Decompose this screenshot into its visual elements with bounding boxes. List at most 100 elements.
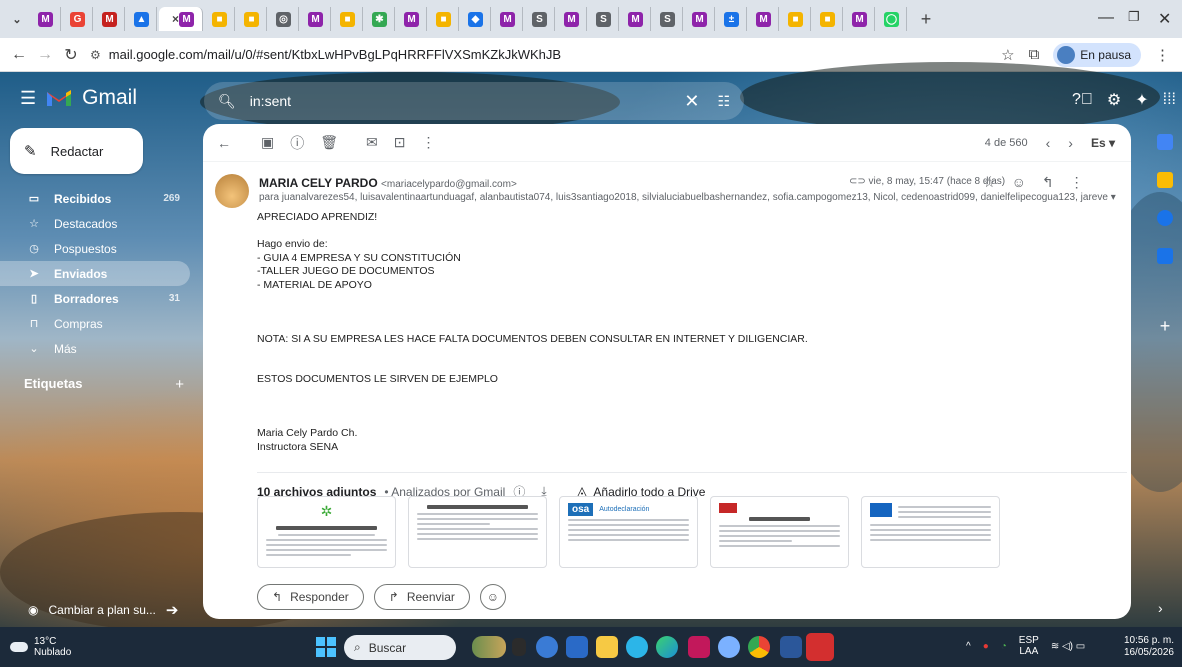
browser-tab[interactable]: ✱ (365, 7, 395, 31)
chrome-icon[interactable] (748, 636, 770, 658)
browser-tab[interactable]: S (589, 7, 619, 31)
new-tab-button[interactable]: + (914, 9, 938, 30)
reply-button[interactable]: ↰ Responder (257, 584, 364, 610)
extensions-icon[interactable]: ⧉ (1029, 46, 1040, 63)
taskbar-app-icon[interactable] (718, 636, 740, 658)
taskbar-app-icon[interactable] (688, 636, 710, 658)
sidebar-item-más[interactable]: ⌄ Más (0, 336, 190, 361)
message-more-icon[interactable]: ⋮ (1070, 174, 1084, 191)
sidebar-item-compras[interactable]: ⊓ Compras (0, 311, 190, 336)
browser-tab[interactable]: ■ (205, 7, 235, 31)
browser-tab[interactable]: G (63, 7, 93, 31)
browser-tab[interactable]: S (653, 7, 683, 31)
mark-unread-icon[interactable]: ✉ (366, 134, 378, 151)
tab-list-chevron-icon[interactable]: ⌄ (5, 7, 29, 31)
reload-icon[interactable]: ↻ (58, 45, 84, 65)
input-tools-button[interactable]: Es ▾ (1091, 136, 1115, 150)
browser-tab[interactable]: M (749, 7, 779, 31)
attachment-card[interactable]: osa Autodeclaración (559, 496, 698, 568)
gmail-logo-icon[interactable] (46, 88, 72, 108)
search-icon[interactable]: 🔍︎ (218, 93, 236, 110)
add-label-icon[interactable]: + (175, 376, 184, 393)
weather-widget[interactable]: 13°C Nublado (10, 636, 71, 658)
wifi-volume-battery-icons[interactable]: ≋ ◁) ▭ (1051, 641, 1085, 652)
sidebar-item-recibidos[interactable]: ▭ Recibidos 269 (0, 186, 190, 211)
taskbar-app-icon[interactable] (566, 636, 588, 658)
more-options-icon[interactable]: ⋮ (421, 134, 435, 151)
attachment-card[interactable] (408, 496, 547, 568)
reply-icon[interactable]: ↰ (1042, 174, 1054, 191)
emoji-button[interactable]: ☺ (479, 584, 506, 610)
language-indicator[interactable]: ESP LAA (1019, 635, 1039, 657)
tasks-icon[interactable] (1157, 210, 1173, 226)
taskbar-widget-app-icon[interactable] (472, 636, 506, 658)
browser-tab[interactable]: ■ (781, 7, 811, 31)
pdf-reader-icon[interactable] (806, 633, 834, 661)
search-options-icon[interactable]: ☷ (717, 93, 730, 110)
bookmark-star-icon[interactable]: ☆ (1001, 46, 1014, 64)
archive-icon[interactable]: ▣ (261, 134, 274, 151)
attachment-card[interactable] (861, 496, 1000, 568)
upgrade-plan-link[interactable]: ◉ Cambiar a plan su... ➔ (28, 601, 178, 619)
browser-tab[interactable]: ◯ (877, 7, 907, 31)
site-info-icon[interactable]: ⚙ (90, 48, 101, 62)
browser-tab[interactable]: ◎ (269, 7, 299, 31)
gemini-sparkle-icon[interactable]: ✦ (1135, 90, 1148, 110)
sidebar-item-pospuestos[interactable]: ◷ Pospuestos (0, 236, 190, 261)
attachment-card[interactable]: ✲ (257, 496, 396, 568)
browser-tab[interactable]: × M (159, 7, 203, 31)
collapse-panel-icon[interactable]: › (1158, 600, 1163, 616)
older-icon[interactable]: › (1068, 135, 1073, 151)
taskbar-app-icon[interactable] (626, 636, 648, 658)
attachment-card[interactable] (710, 496, 849, 568)
browser-tab[interactable]: ± (717, 7, 747, 31)
file-explorer-icon[interactable] (596, 636, 618, 658)
calendar-icon[interactable] (1157, 134, 1173, 150)
browser-tab[interactable]: S (525, 7, 555, 31)
word-icon[interactable] (780, 636, 802, 658)
edge-icon[interactable] (656, 636, 678, 658)
browser-tab[interactable]: ■ (237, 7, 267, 31)
taskbar-app-icon[interactable] (536, 636, 558, 658)
help-icon[interactable]: ?⃝ (1072, 91, 1093, 109)
taskbar-clock[interactable]: 10:56 p. m. 16/05/2026 (1122, 635, 1174, 659)
contacts-icon[interactable] (1157, 248, 1173, 264)
delete-icon[interactable]: 🗑︎ (320, 134, 338, 151)
browser-tab[interactable]: M (557, 7, 587, 31)
back-to-list-icon[interactable]: ← (217, 135, 231, 151)
profile-button[interactable]: En pausa (1053, 42, 1141, 67)
move-to-icon[interactable]: ⊡ (394, 134, 406, 151)
browser-tab[interactable]: ■ (429, 7, 459, 31)
emoji-reaction-icon[interactable]: ☺ (1012, 174, 1026, 191)
compose-button[interactable]: ✎ Redactar (10, 128, 143, 174)
browser-tab[interactable]: M (845, 7, 875, 31)
browser-tab[interactable]: M (95, 7, 125, 31)
sidebar-item-enviados[interactable]: ➤ Enviados (0, 261, 190, 286)
browser-tab[interactable]: M (685, 7, 715, 31)
settings-gear-icon[interactable]: ⚙ (1107, 90, 1121, 110)
browser-tab[interactable]: M (621, 7, 651, 31)
browser-tab[interactable]: ◆ (461, 7, 491, 31)
apps-grid-icon[interactable]: ⁞⁞⁞ (1163, 91, 1176, 109)
star-message-icon[interactable]: ☆ (983, 174, 996, 191)
browser-tab[interactable]: M (31, 7, 61, 31)
tray-app-icon[interactable]: ◔ (1001, 641, 1007, 652)
newer-icon[interactable]: ‹ (1046, 135, 1051, 151)
forward-icon[interactable]: → (32, 46, 58, 64)
url-field[interactable]: ⚙ mail.google.com/mail/u/0/#sent/KtbxLwH… (90, 47, 1001, 62)
clear-search-icon[interactable]: ✕ (684, 91, 699, 112)
tray-app-icon[interactable]: ● (983, 641, 989, 652)
add-addon-icon[interactable]: + (1160, 316, 1171, 337)
keep-icon[interactable] (1157, 172, 1173, 188)
browser-tab[interactable]: ▲ (127, 7, 157, 31)
sidebar-item-destacados[interactable]: ☆ Destacados (0, 211, 190, 236)
browser-tab[interactable]: M (493, 7, 523, 31)
back-icon[interactable]: ← (6, 46, 32, 64)
browser-tab[interactable]: M (397, 7, 427, 31)
forward-button[interactable]: ↱ Reenviar (373, 584, 470, 610)
taskbar-search[interactable]: ⌕ Buscar (344, 635, 456, 660)
sidebar-item-borradores[interactable]: ▯ Borradores 31 (0, 286, 190, 311)
minimize-icon[interactable]: — (1098, 9, 1114, 27)
recipients-line[interactable]: para juanalvarezes54, luisavalentinaartu… (259, 192, 1119, 203)
report-spam-icon[interactable]: ⓘ (290, 133, 304, 153)
